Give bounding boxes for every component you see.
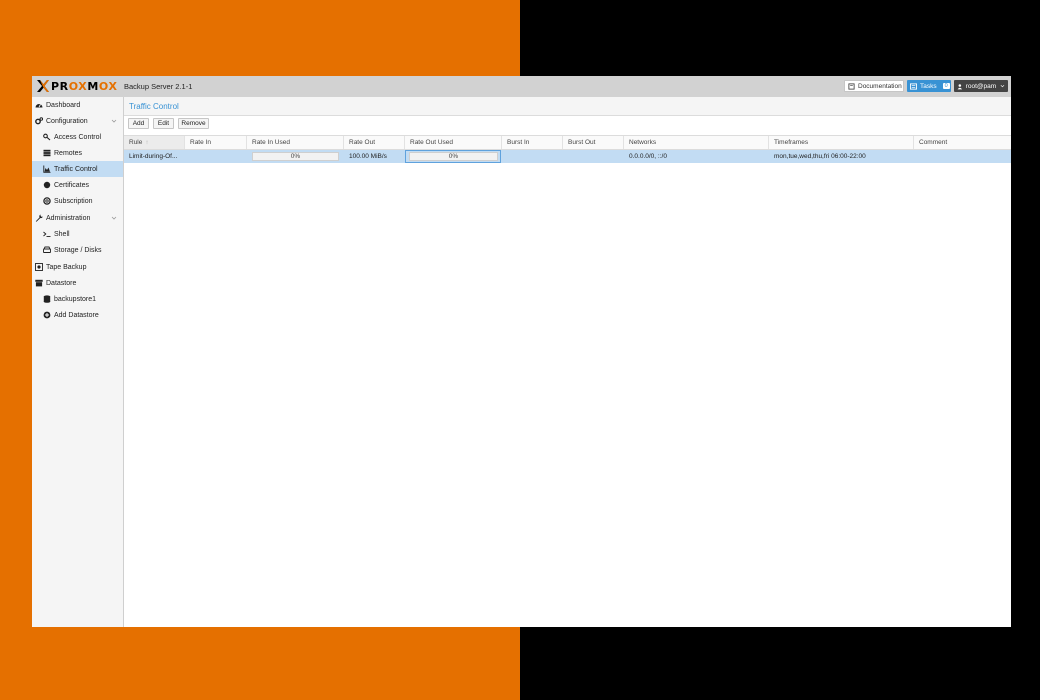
navigation-sidebar: Dashboard Configuration Access Control R… [32,97,124,627]
user-label: root@pam [965,82,997,90]
cell-rate-in [185,150,247,163]
sidebar-item-subscription[interactable]: Subscription [32,193,123,209]
sidebar-item-administration[interactable]: Administration [32,210,123,226]
column-header-timeframes[interactable]: Timeframes [769,136,914,149]
sidebar-item-datastore[interactable]: Datastore [32,275,123,291]
database-icon [43,295,51,303]
tape-icon [35,263,43,271]
sort-ascending-icon: ↑ [145,139,149,146]
cell-rule: Limit-during-Of... [129,153,178,160]
cell-burst-out [563,150,624,163]
support-icon [43,197,51,205]
sidebar-item-label: Remotes [54,149,83,157]
chevron-down-icon [1000,84,1005,88]
gears-icon [35,117,43,125]
sidebar-item-label: Datastore [46,279,77,287]
sidebar-item-label: Certificates [54,181,90,189]
sidebar-item-label: Dashboard [46,101,81,109]
sidebar-item-label: Access Control [54,133,102,141]
sidebar-item-label: Add Datastore [54,311,99,319]
sidebar-item-label: backupstore1 [54,295,97,303]
sidebar-item-label: Configuration [46,117,88,125]
sidebar-item-storage-disks[interactable]: Storage / Disks [32,242,123,258]
sidebar-item-traffic-control[interactable]: Traffic Control [32,161,123,177]
server-icon [43,149,51,157]
version-label: Backup Server 2.1-1 [124,82,193,91]
column-header-rate-in[interactable]: Rate In [185,136,247,149]
dashboard-icon [35,101,43,109]
sidebar-item-access-control[interactable]: Access Control [32,129,123,145]
panel-header: Traffic Control [124,97,1011,116]
toolbar: Add Edit Remove [124,116,1011,134]
cell-comment [914,150,1011,163]
sidebar-item-add-datastore[interactable]: Add Datastore [32,307,123,323]
sidebar-item-label: Traffic Control [54,165,98,173]
proxmox-logo[interactable]: PROXMOX [36,79,118,93]
add-button[interactable]: Add [128,118,149,129]
column-header-rate-out[interactable]: Rate Out [344,136,405,149]
logo-text: PROXMOX [51,79,118,93]
app-window: PROXMOX Backup Server 2.1-1 Documentatio… [32,76,1011,627]
remove-button[interactable]: Remove [178,118,209,129]
archive-icon [35,279,43,287]
edit-button[interactable]: Edit [153,118,174,129]
sidebar-item-backupstore1[interactable]: backupstore1 [32,291,123,307]
column-header-networks[interactable]: Networks [624,136,769,149]
user-icon [957,83,963,89]
sidebar-item-tape-backup[interactable]: Tape Backup [32,259,123,275]
chevron-down-icon[interactable] [111,118,117,124]
main-panel: Traffic Control Add Edit Remove Rule ↑ R… [124,97,1011,627]
plus-circle-icon [43,311,51,319]
sidebar-item-label: Administration [46,214,91,222]
user-menu-button[interactable]: root@pam [954,80,1008,92]
tasks-count-badge: 0 [942,83,950,89]
column-header-burst-in[interactable]: Burst In [502,136,563,149]
key-icon [43,133,51,141]
documentation-button[interactable]: Documentation [844,80,904,92]
wrench-icon [35,214,43,222]
table-row[interactable]: Limit-during-Of... 0% 100.00 MiB/s 0% 0.… [124,150,1011,163]
terminal-icon [43,230,51,238]
cell-burst-in [502,150,563,163]
column-header-burst-out[interactable]: Burst Out [563,136,624,149]
cell-focus-outline [405,150,501,163]
column-header-comment[interactable]: Comment [914,136,1011,149]
rate-in-used-progress: 0% [252,152,339,161]
hdd-icon [43,246,51,254]
sidebar-item-certificates[interactable]: Certificates [32,177,123,193]
grid-header: Rule ↑ Rate In Rate In Used Rate Out Rat… [124,135,1011,150]
cell-timeframes: mon,tue,wed,thu,fri 06:00-22:00 [774,153,866,160]
certificate-icon [43,181,51,189]
sidebar-item-label: Subscription [54,197,93,205]
top-header: PROXMOX Backup Server 2.1-1 Documentatio… [32,76,1011,98]
column-header-rate-out-used[interactable]: Rate Out Used [405,136,502,149]
chevron-down-icon[interactable] [111,215,117,221]
sidebar-item-label: Storage / Disks [54,246,102,254]
sidebar-item-label: Tape Backup [46,263,87,271]
book-icon [848,82,855,90]
cell-networks: 0.0.0.0/0, ::/0 [629,153,667,160]
area-chart-icon [43,165,51,173]
sidebar-item-dashboard[interactable]: Dashboard [32,97,123,113]
proxmox-x-icon [36,79,50,93]
list-icon [910,82,917,90]
page-title: Traffic Control [129,102,179,111]
sidebar-item-label: Shell [54,230,70,238]
column-header-rule[interactable]: Rule ↑ [124,136,185,149]
sidebar-item-remotes[interactable]: Remotes [32,145,123,161]
documentation-label: Documentation [858,82,902,90]
cell-rate-out: 100.00 MiB/s [349,153,387,160]
sidebar-item-configuration[interactable]: Configuration [32,113,123,129]
tasks-label: Tasks [920,82,937,90]
sidebar-item-shell[interactable]: Shell [32,226,123,242]
tasks-button[interactable]: Tasks 0 [907,80,951,92]
column-header-rate-in-used[interactable]: Rate In Used [247,136,344,149]
